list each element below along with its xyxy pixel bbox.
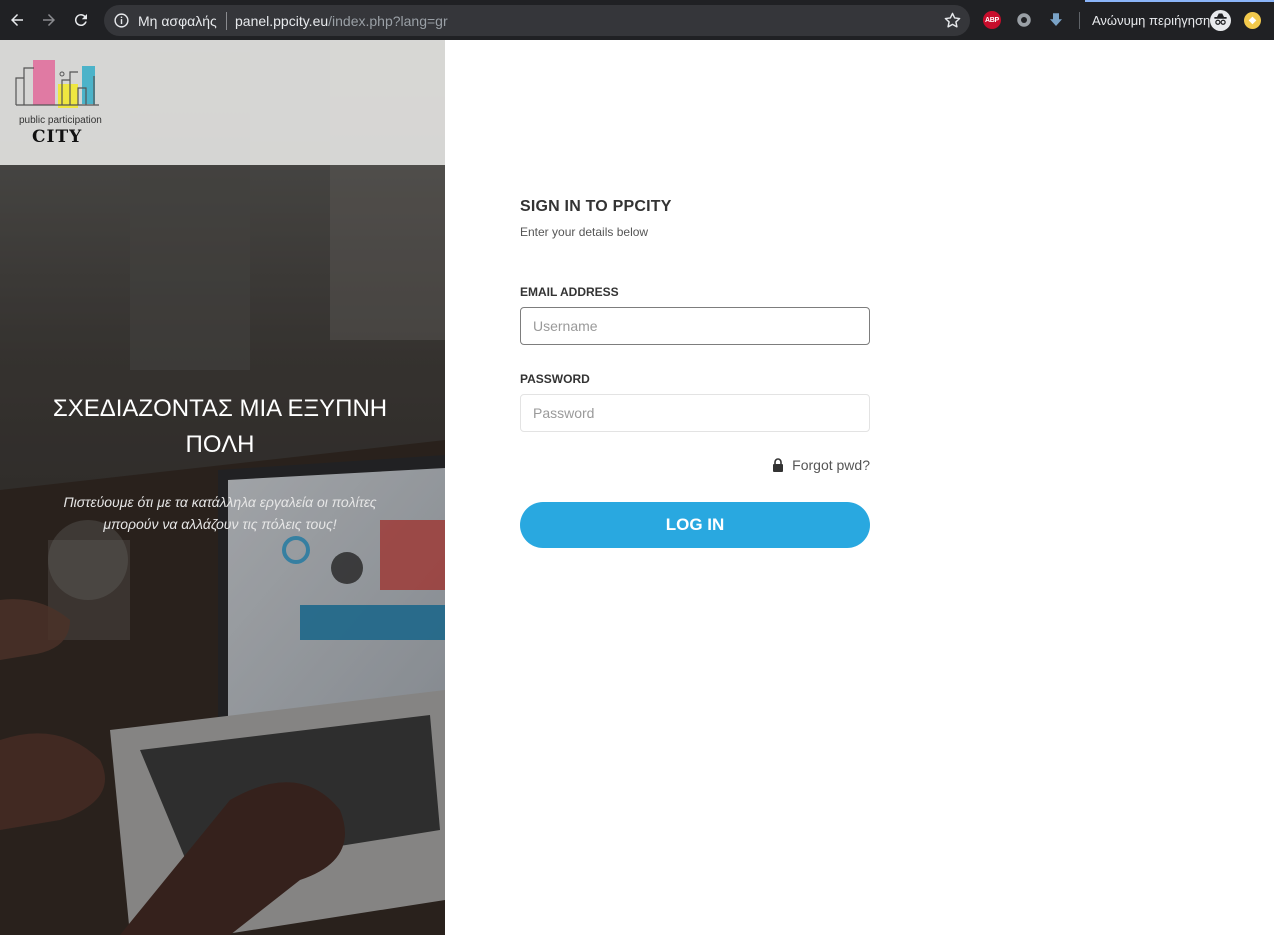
omnibox-divider [226,12,227,30]
forgot-password-label: Forgot pwd? [792,457,870,473]
url-path: /index.php?lang=gr [328,13,448,29]
form-title: SIGN IN TO PPCITY [520,198,672,215]
extension-icon[interactable] [1015,11,1033,29]
reload-icon[interactable] [69,8,93,32]
login-form: SIGN IN TO PPCITY Enter your details bel… [520,198,870,548]
lock-icon [773,458,784,472]
email-field[interactable] [520,307,870,345]
info-icon[interactable] [113,12,130,29]
back-arrow-icon[interactable] [5,8,29,32]
form-subtitle: Enter your details below [520,225,649,239]
profile-icon[interactable]: ◆ [1244,12,1261,29]
tab-strip-edge [1085,0,1274,2]
forward-arrow-icon[interactable] [37,8,61,32]
toolbar-divider [1079,12,1080,29]
hero-text: Πιστεύουμε ότι με τα κατάλληλα εργαλεία … [63,494,377,532]
login-button[interactable]: LOG IN [520,502,870,548]
password-label: PASSWORD [520,372,590,386]
incognito-icon[interactable] [1210,10,1231,31]
url-host: panel.ppcity.eu [235,13,329,29]
url-text[interactable]: panel.ppcity.eu/index.php?lang=gr [235,13,448,29]
adblock-icon[interactable]: ABP [983,11,1001,29]
star-icon[interactable] [943,11,962,30]
logo-city-text: CITY [32,127,83,147]
hero-panel: public participation CITY ΣΧΕΔΙΑΖΟΝΤΑΣ Μ… [0,40,445,935]
logo-tagline: public participation [19,115,102,126]
download-icon[interactable] [1047,11,1065,29]
browser-toolbar: Μη ασφαλής panel.ppcity.eu/index.php?lan… [0,0,1274,40]
hero-title: ΣΧΕΔΙΑΖΟΝΤΑΣ ΜΙΑ ΕΞΥΠΝΗ ΠΟΛΗ [52,395,388,458]
security-status[interactable]: Μη ασφαλής [138,13,217,29]
background-photo [0,40,445,935]
forgot-password-link[interactable]: Forgot pwd? [772,457,870,473]
address-bar[interactable]: Μη ασφαλής panel.ppcity.eu/index.php?lan… [104,5,970,36]
password-field[interactable] [520,394,870,432]
incognito-label: Ανώνυμη περιήγηση [1092,13,1211,28]
email-label: EMAIL ADDRESS [520,285,619,299]
